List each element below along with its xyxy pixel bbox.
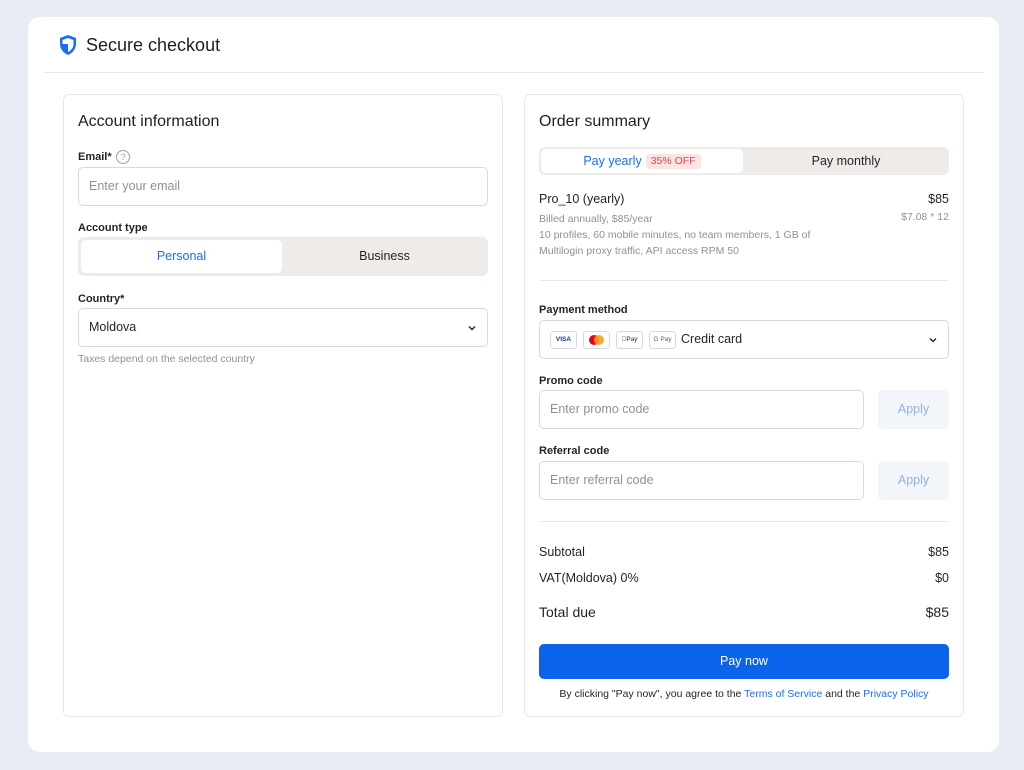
country-hint: Taxes depend on the selected country [78,353,255,365]
help-icon[interactable]: ? [116,150,130,164]
payment-method-label: Payment method [539,304,628,316]
plan-features-text: 10 profiles, 60 mobile minutes, no team … [539,229,811,257]
apple-pay-icon: Pay [616,331,643,349]
plan-price: $85 [928,192,949,206]
account-type-toggle: Personal Business [78,237,488,276]
subtotal-label: Subtotal [539,545,585,559]
referral-placeholder: Enter referral code [550,473,654,487]
apply-referral-button[interactable]: Apply [878,461,949,500]
account-info-title: Account information [78,113,220,130]
vat-value: $0 [935,571,949,585]
pay-monthly-option[interactable]: Pay monthly [745,149,947,173]
payment-method-value: Credit card [681,332,743,346]
divider [539,280,949,281]
order-summary-title: Order summary [539,113,651,130]
email-label: Email* [78,151,112,163]
subtotal-value: $85 [928,545,949,559]
discount-badge: 35% OFF [645,154,701,169]
mastercard-logo-icon [589,335,604,345]
account-information-panel: Account information Email* ? Enter your … [63,94,503,717]
country-label: Country* [78,293,125,305]
terms-prefix: By clicking "Pay now", you agree to the [559,688,742,700]
account-type-label: Account type [78,222,148,234]
account-type-personal[interactable]: Personal [81,240,282,273]
plan-billed-text: Billed annually, $85/year [539,213,653,225]
country-value: Moldova [89,320,137,334]
total-due-value: $85 [925,604,949,620]
pay-yearly-label: Pay yearly [583,154,642,168]
referral-code-input[interactable]: Enter referral code [539,461,864,500]
terms-notice: By clicking "Pay now", you agree to the … [539,688,949,700]
vat-label: VAT(Moldova) 0% [539,571,639,585]
google-pay-icon: G Pay [649,331,676,349]
promo-code-label: Promo code [539,375,603,387]
account-type-business[interactable]: Business [284,240,485,273]
privacy-policy-link[interactable]: Privacy Policy [863,688,928,700]
apply-promo-button[interactable]: Apply [878,390,949,429]
promo-placeholder: Enter promo code [550,402,650,416]
page-title: Secure checkout [86,35,221,55]
country-select[interactable]: Moldova [78,308,488,347]
pay-now-button[interactable]: Pay now [539,644,949,679]
terms-and: and the [825,688,861,700]
email-field[interactable]: Enter your email [78,167,488,206]
total-due-label: Total due [539,604,596,620]
visa-icon: VISA [550,331,577,349]
plan-description: Billed annually, $85/year 10 profiles, 6… [539,211,839,259]
header: Secure checkout [44,17,984,73]
referral-code-label: Referral code [539,445,610,457]
shield-icon [60,35,76,55]
order-summary-panel: Order summary Pay yearly 35% OFF Pay mont… [524,94,964,717]
chevron-down-icon [468,326,476,331]
checkout-window: Secure checkout Account information Emai… [28,17,999,752]
divider [539,521,949,522]
payment-method-select[interactable]: VISA Pay G Pay Credit card [539,320,949,359]
email-placeholder: Enter your email [89,179,181,193]
chevron-down-icon [929,338,937,343]
terms-of-service-link[interactable]: Terms of Service [744,688,822,700]
plan-name: Pro_10 (yearly) [539,192,625,206]
billing-period-toggle: Pay yearly 35% OFF Pay monthly [539,147,949,175]
mastercard-icon [583,331,610,349]
promo-code-input[interactable]: Enter promo code [539,390,864,429]
pay-yearly-option[interactable]: Pay yearly 35% OFF [541,149,743,173]
plan-monthly-breakdown: $7.08 * 12 [901,211,949,223]
